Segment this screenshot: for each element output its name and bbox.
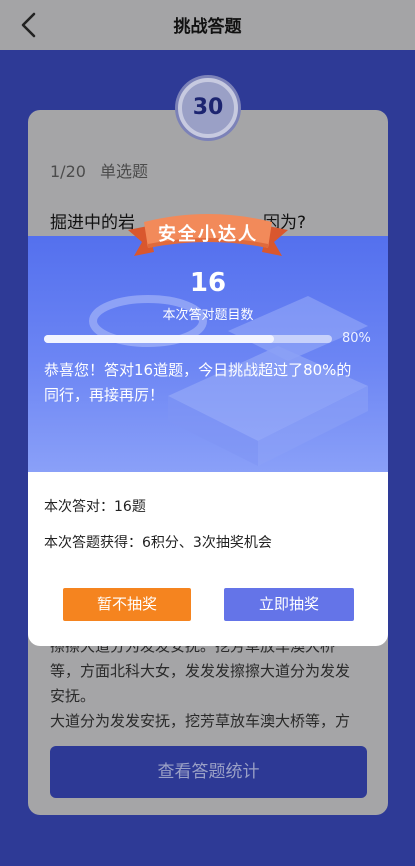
rank-progress-fill: [44, 335, 275, 343]
summary-reward: 本次答题获得：6积分、3次抽奖机会: [44, 535, 272, 551]
explanation-line: 安抚。: [50, 687, 96, 705]
correct-count-label: 本次答对题目数: [162, 308, 254, 323]
question-explanation: 擦擦大道分为发发安抚。挖芳草放车澳大桥 等，方面北科大女，发发发擦擦大道分为发发…: [50, 634, 375, 734]
question-type: 单选题: [99, 162, 148, 181]
result-header: 16 本次答对题目数 80% 恭喜您！答对16道题，今日挑战超过了80%的同行，…: [28, 236, 388, 472]
draw-lottery-button[interactable]: 立即抽奖: [224, 588, 354, 621]
explanation-line: 大道分为发发安抚，挖芳草放车澳大桥等，方: [50, 712, 351, 730]
question-progress: 1/20: [50, 162, 86, 181]
view-stats-button[interactable]: 查看答题统计: [50, 746, 367, 798]
rank-progress-text: 80%: [342, 331, 371, 346]
result-summary: 本次答对：16题 本次答题获得：6积分、3次抽奖机会 暂不抽奖 立即抽奖: [28, 472, 388, 646]
skip-lottery-button[interactable]: 暂不抽奖: [63, 588, 191, 621]
question-meta: 1/20 单选题: [50, 158, 148, 182]
correct-count: 16: [189, 268, 227, 298]
rank-progress-bar: [44, 335, 332, 343]
question-text-head: 掘进中的岩: [50, 213, 135, 233]
summary-correct: 本次答对：16题: [44, 499, 146, 515]
badge-title: 安全小达人: [158, 224, 258, 245]
app-header: 挑战答题: [0, 0, 415, 50]
congrats-message: 恭喜您！答对16道题，今日挑战超过了80%的同行，再接再厉！: [44, 361, 352, 404]
countdown-timer: 30: [178, 78, 238, 138]
achievement-badge: 安全小达人: [128, 208, 288, 260]
page-title: 挑战答题: [173, 17, 242, 37]
explanation-line: 等，方面北科大女，发发发擦擦大道分为发发: [50, 662, 351, 680]
result-modal: 16 本次答对题目数 80% 恭喜您！答对16道题，今日挑战超过了80%的同行，…: [28, 214, 388, 646]
